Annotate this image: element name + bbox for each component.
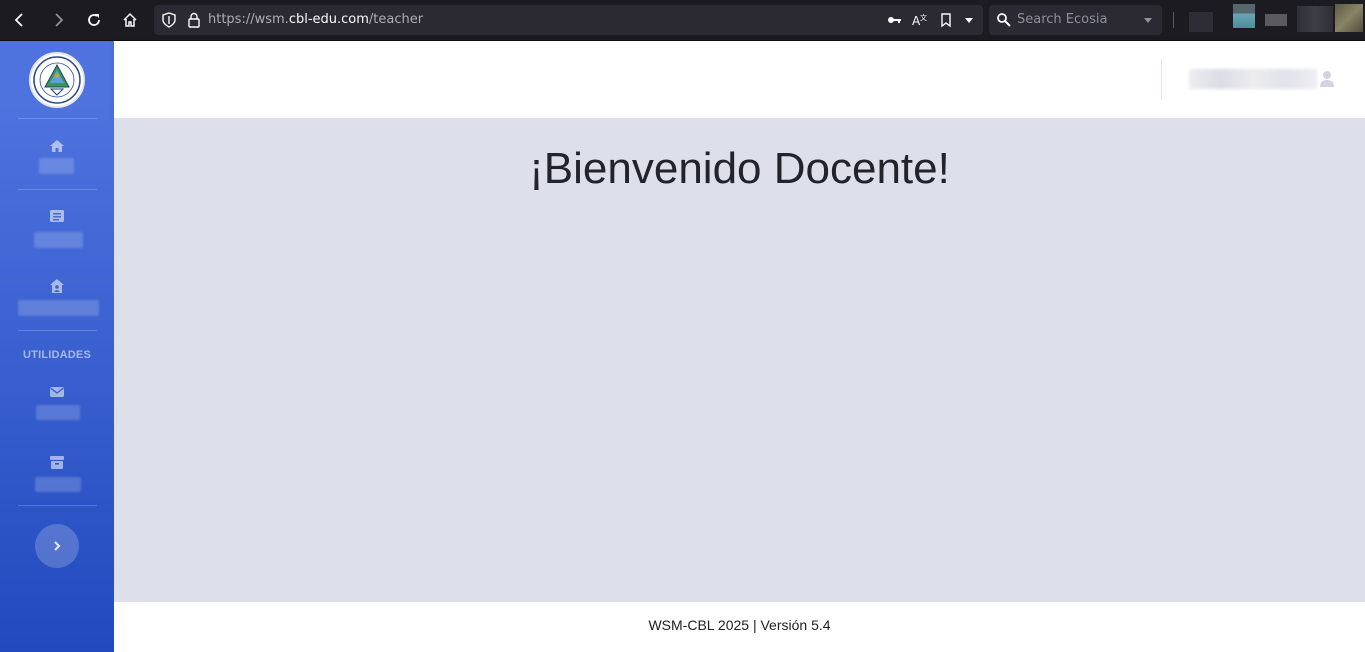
- topbar-divider: [1161, 59, 1162, 100]
- address-bar[interactable]: https://wsm.cbl-edu.com/teacher A文: [154, 5, 983, 35]
- sidebar: UTILIDADES: [0, 41, 114, 652]
- key-icon[interactable]: [886, 12, 902, 28]
- main-content: ¡Bienvenido Docente!: [114, 118, 1365, 602]
- translate-icon[interactable]: A文: [911, 12, 927, 28]
- sidebar-item-label: [39, 158, 74, 174]
- search-icon: [997, 13, 1011, 27]
- shield-icon[interactable]: [161, 12, 177, 28]
- extension-icon[interactable]: [1189, 12, 1213, 32]
- sidebar-item-label: [18, 300, 99, 316]
- sidebar-item-house-user[interactable]: [0, 271, 114, 331]
- url-prefix: https://wsm.: [208, 12, 289, 27]
- extension-icon[interactable]: [1233, 4, 1255, 28]
- sidebar-item-home[interactable]: [0, 131, 114, 191]
- home-outline-icon: [123, 12, 137, 27]
- sidebar-item-label: [35, 477, 81, 492]
- footer: WSM-CBL 2025 | Versión 5.4: [114, 602, 1365, 652]
- sidebar-item-archive[interactable]: [0, 447, 114, 507]
- chevron-right-icon: [54, 541, 61, 551]
- sidebar-divider: [18, 118, 97, 119]
- envelope-icon: [50, 387, 64, 397]
- list-icon: [50, 210, 64, 222]
- url-host: cbl-edu.com: [288, 12, 369, 27]
- topbar: [114, 41, 1365, 118]
- home-icon: [50, 140, 64, 152]
- url-text: https://wsm.cbl-edu.com/teacher: [208, 12, 423, 27]
- user-icon[interactable]: [1319, 70, 1335, 88]
- sidebar-item-list[interactable]: [0, 201, 114, 261]
- arrow-left-icon: [14, 13, 23, 27]
- sidebar-divider: [18, 505, 97, 506]
- archive-icon: [50, 456, 64, 469]
- page-title: ¡Bienvenido Docente!: [529, 144, 950, 193]
- home-button[interactable]: [118, 8, 142, 32]
- forward-button[interactable]: [46, 8, 70, 32]
- house-user-icon: [50, 279, 64, 293]
- browser-toolbar: https://wsm.cbl-edu.com/teacher A文 Searc…: [0, 0, 1365, 41]
- sidebar-divider: [18, 330, 97, 331]
- sidebar-heading: UTILIDADES: [23, 349, 91, 361]
- sidebar-divider: [18, 189, 97, 190]
- search-dropdown-icon[interactable]: [1140, 12, 1156, 28]
- sidebar-item-messages[interactable]: [0, 377, 114, 437]
- lock-icon[interactable]: [186, 12, 202, 28]
- sidebar-item-label: [36, 405, 80, 420]
- sidebar-toggle-button[interactable]: [35, 524, 79, 568]
- school-seal-icon: [33, 56, 81, 104]
- toolbar-separator: [1173, 12, 1174, 28]
- search-placeholder: Search Ecosia: [1017, 12, 1108, 27]
- search-bar[interactable]: Search Ecosia: [989, 5, 1162, 35]
- extension-icon[interactable]: [1335, 4, 1363, 32]
- reload-button[interactable]: [82, 8, 106, 32]
- sidebar-item-label: [34, 232, 83, 248]
- user-name[interactable]: [1189, 69, 1317, 89]
- dropdown-icon[interactable]: [961, 12, 977, 28]
- back-button[interactable]: [8, 8, 32, 32]
- arrow-right-icon: [55, 13, 64, 27]
- footer-text: WSM-CBL 2025 | Versión 5.4: [648, 617, 831, 633]
- bookmark-icon[interactable]: [938, 12, 954, 28]
- url-path: /teacher: [368, 12, 424, 27]
- reload-icon: [88, 14, 100, 26]
- extension-icon[interactable]: [1265, 14, 1287, 26]
- extension-icon[interactable]: [1297, 6, 1333, 32]
- school-logo[interactable]: [29, 52, 85, 108]
- svg-text:文: 文: [920, 13, 927, 22]
